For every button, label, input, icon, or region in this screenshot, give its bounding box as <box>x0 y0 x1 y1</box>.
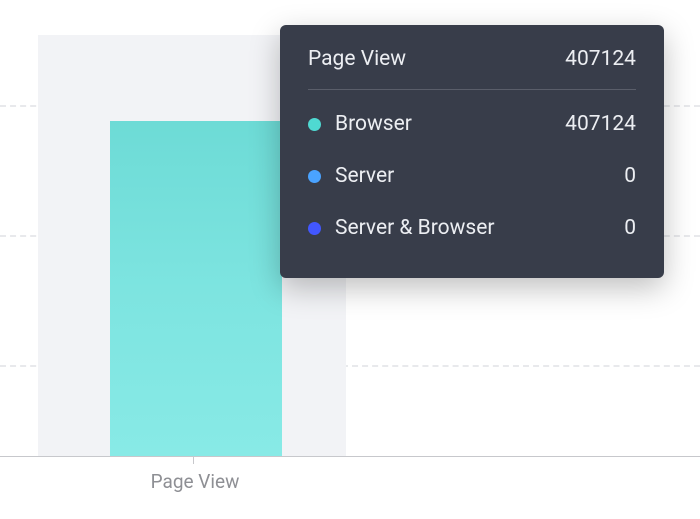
tooltip-header: Page View 407124 <box>308 47 636 90</box>
tooltip-row-server: Server 0 <box>308 150 636 202</box>
x-tick <box>193 457 194 464</box>
legend-dot-icon <box>308 222 321 235</box>
tooltip-row-label: Server <box>335 164 394 188</box>
tooltip-row-server-browser: Server & Browser 0 <box>308 202 636 254</box>
tooltip-row-label: Browser <box>335 112 412 136</box>
tooltip-total: 407124 <box>565 47 636 71</box>
tooltip-row-value: 0 <box>624 216 636 240</box>
tooltip-title: Page View <box>308 47 406 71</box>
legend-dot-icon <box>308 118 321 131</box>
legend-dot-icon <box>308 170 321 183</box>
tooltip-rows: Browser 407124 Server 0 Server & Browser… <box>308 90 636 254</box>
tooltip-row-label: Server & Browser <box>335 216 495 240</box>
tooltip: Page View 407124 Browser 407124 Server 0… <box>280 25 664 278</box>
x-axis-tick-label: Page View <box>100 470 290 493</box>
tooltip-row-value: 407124 <box>565 112 636 136</box>
tooltip-row-browser: Browser 407124 <box>308 98 636 150</box>
bar-browser[interactable] <box>110 121 282 456</box>
tooltip-row-value: 0 <box>624 164 636 188</box>
x-axis-line <box>0 456 700 457</box>
